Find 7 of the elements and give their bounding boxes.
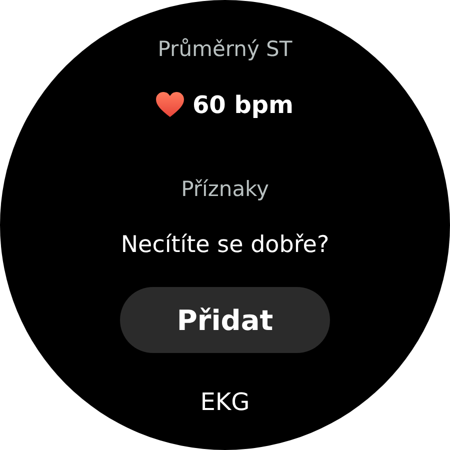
section-title: Příznaky: [181, 176, 269, 203]
heart-rate-value: 60 bpm: [192, 90, 294, 120]
heart-icon: [156, 92, 184, 118]
section-title: Průměrný ST: [158, 36, 292, 63]
symptoms-prompt: Necítíte se dobře?: [120, 231, 330, 260]
section-title: EKG: [200, 387, 250, 417]
add-button[interactable]: Přidat: [120, 287, 330, 353]
